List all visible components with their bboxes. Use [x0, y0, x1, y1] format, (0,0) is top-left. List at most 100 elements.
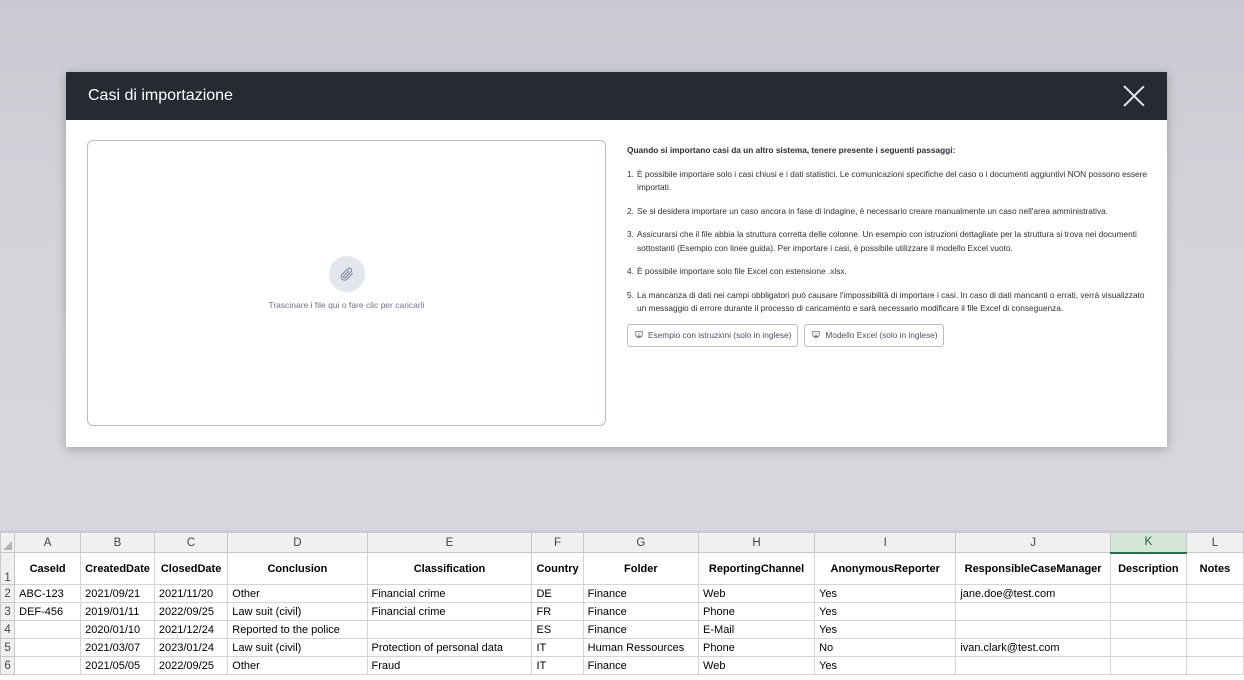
table-cell[interactable]: ivan.clark@test.com — [955, 638, 1111, 657]
column-header-g[interactable]: G — [582, 532, 700, 553]
table-cell[interactable] — [366, 620, 533, 639]
import-cases-modal: Casi di importazione Trascinare i file q… — [66, 72, 1167, 447]
table-cell[interactable] — [14, 656, 82, 675]
table-row: 1 CaseId CreatedDate ClosedDate Conclusion Cl… — [0, 552, 1244, 585]
table-cell[interactable]: 2021/03/07 — [80, 638, 155, 657]
row-number[interactable]: 4 — [0, 620, 16, 639]
table-cell[interactable]: Finance — [582, 602, 700, 621]
table-cell[interactable]: 2022/09/25 — [153, 602, 229, 621]
table-cell[interactable]: Phone — [698, 638, 816, 657]
column-header-e[interactable]: E — [366, 532, 533, 553]
example-guidelines-button[interactable]: Esempio con istruzioni (solo in inglese) — [627, 323, 799, 347]
table-cell[interactable] — [1109, 638, 1187, 657]
row-number[interactable]: 1 — [0, 552, 16, 585]
table-cell[interactable] — [1109, 656, 1187, 675]
column-header-l[interactable]: L — [1185, 532, 1244, 553]
header-cell[interactable]: Country — [531, 552, 584, 585]
table-cell[interactable]: Yes — [814, 620, 957, 639]
table-cell[interactable] — [1109, 602, 1187, 621]
table-cell[interactable]: No — [814, 638, 957, 657]
table-cell[interactable] — [1185, 638, 1244, 657]
table-cell[interactable] — [1109, 620, 1187, 639]
table-cell[interactable]: Financial crime — [366, 602, 533, 621]
column-letters-row: ABCDEFGHIJKL — [0, 532, 1244, 554]
column-header-f[interactable]: F — [531, 532, 584, 553]
table-cell[interactable]: E-Mail — [698, 620, 816, 639]
column-header-c[interactable]: C — [153, 532, 229, 553]
header-cell[interactable]: CaseId — [14, 552, 82, 585]
table-cell[interactable]: Web — [698, 656, 816, 675]
table-cell[interactable] — [1185, 602, 1244, 621]
table-cell[interactable]: 2021/09/21 — [80, 584, 155, 603]
table-cell[interactable] — [14, 638, 82, 657]
header-cell[interactable]: Conclusion — [227, 552, 368, 585]
header-cell[interactable]: Folder — [582, 552, 700, 585]
table-cell[interactable]: Reported to the police — [227, 620, 368, 639]
table-cell[interactable] — [1185, 656, 1244, 675]
table-cell[interactable]: Web — [698, 584, 816, 603]
header-cell[interactable]: ReportingChannel — [698, 552, 816, 585]
table-cell[interactable]: ABC-123 — [14, 584, 82, 603]
table-cell[interactable]: Phone — [698, 602, 816, 621]
column-header-a[interactable]: A — [14, 532, 82, 553]
table-cell[interactable]: 2022/09/25 — [153, 656, 229, 675]
column-header-k[interactable]: K — [1109, 532, 1187, 554]
header-cell[interactable]: ResponsibleCaseManager — [955, 552, 1111, 585]
column-header-d[interactable]: D — [227, 532, 368, 553]
table-cell[interactable]: Finance — [582, 656, 700, 675]
table-cell[interactable]: Finance — [582, 620, 700, 639]
table-cell[interactable]: Law suit (civil) — [227, 638, 368, 657]
file-dropzone[interactable]: Trascinare i file qui o fare clic per ca… — [87, 140, 606, 426]
table-cell[interactable]: 2019/01/11 — [80, 602, 155, 621]
column-header-h[interactable]: H — [698, 532, 816, 553]
table-cell[interactable]: Fraud — [366, 656, 533, 675]
instruction-item: 5. La mancanza di dati nei campi obbligat… — [627, 289, 1149, 316]
table-cell[interactable]: Yes — [814, 602, 957, 621]
excel-template-button[interactable]: Modello Excel (solo in inglese) — [804, 323, 945, 347]
column-header-b[interactable]: B — [80, 532, 155, 553]
table-cell[interactable]: 2023/01/24 — [153, 638, 229, 657]
column-header-i[interactable]: I — [814, 532, 957, 553]
table-cell[interactable]: jane.doe@test.com — [955, 584, 1111, 603]
table-cell[interactable]: 2021/11/20 — [153, 584, 229, 603]
table-cell[interactable]: Yes — [814, 584, 957, 603]
table-cell[interactable] — [14, 620, 82, 639]
header-cell[interactable]: ClosedDate — [153, 552, 229, 585]
table-cell[interactable]: Financial crime — [366, 584, 533, 603]
table-cell[interactable]: IT — [531, 638, 584, 657]
header-cell[interactable]: AnonymousReporter — [814, 552, 957, 585]
table-cell[interactable] — [955, 620, 1111, 639]
table-cell[interactable]: 2020/01/10 — [80, 620, 155, 639]
table-cell[interactable]: Yes — [814, 656, 957, 675]
row-number[interactable]: 2 — [0, 584, 16, 603]
row-number[interactable]: 6 — [0, 656, 16, 675]
column-header-j[interactable]: J — [955, 532, 1111, 553]
table-cell[interactable]: ES — [531, 620, 584, 639]
table-cell[interactable] — [1185, 584, 1244, 603]
table-cell[interactable]: Finance — [582, 584, 700, 603]
table-cell[interactable]: Protection of personal data — [366, 638, 533, 657]
header-cell[interactable]: Notes — [1185, 552, 1244, 585]
table-cell[interactable] — [955, 656, 1111, 675]
row-number[interactable]: 3 — [0, 602, 16, 621]
table-cell[interactable] — [955, 602, 1111, 621]
table-cell[interactable]: IT — [531, 656, 584, 675]
row-number[interactable]: 5 — [0, 638, 16, 657]
table-cell[interactable]: Other — [227, 584, 368, 603]
table-cell[interactable] — [1185, 620, 1244, 639]
table-cell[interactable]: Human Ressources — [582, 638, 700, 657]
table-cell[interactable]: 2021/05/05 — [80, 656, 155, 675]
table-cell[interactable]: 2021/12/24 — [153, 620, 229, 639]
header-cell[interactable]: CreatedDate — [80, 552, 155, 585]
header-cell[interactable]: Description — [1109, 552, 1187, 585]
header-cell[interactable]: Classification — [366, 552, 533, 585]
table-cell[interactable]: FR — [531, 602, 584, 621]
table-cell[interactable] — [1109, 584, 1187, 603]
table-cell[interactable]: Other — [227, 656, 368, 675]
close-icon[interactable] — [1123, 85, 1145, 107]
table-cell[interactable]: Law suit (civil) — [227, 602, 368, 621]
instruction-item: 1. È possibile importare solo i casi chiu… — [627, 168, 1149, 195]
table-cell[interactable]: DE — [531, 584, 584, 603]
select-all-corner[interactable] — [0, 532, 16, 553]
table-cell[interactable]: DEF-456 — [14, 602, 82, 621]
